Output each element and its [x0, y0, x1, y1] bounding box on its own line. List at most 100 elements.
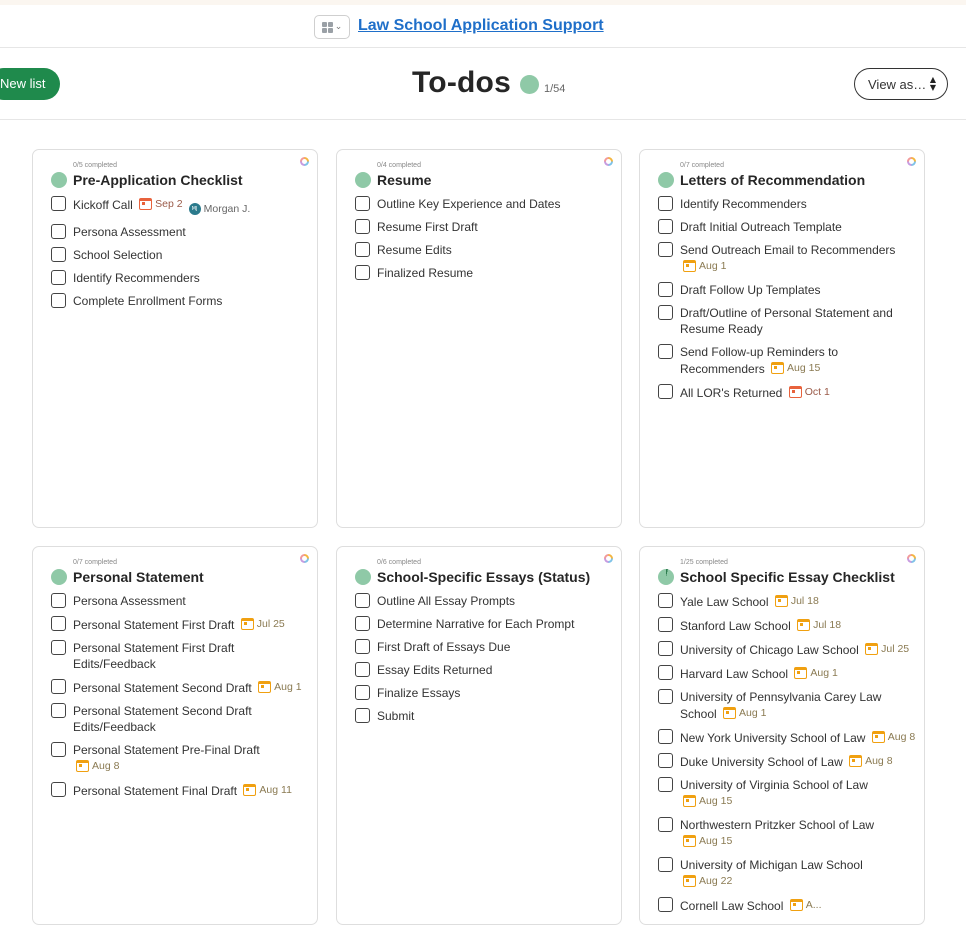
- todo-item-link[interactable]: Persona Assessment: [73, 594, 186, 608]
- project-switcher-button[interactable]: ⌄: [314, 15, 350, 39]
- todo-item-link[interactable]: Personal Statement First Draft Edits/Fee…: [73, 641, 234, 671]
- todo-checkbox[interactable]: [51, 703, 66, 718]
- list-title-link[interactable]: School-Specific Essays (Status): [377, 569, 590, 585]
- todo-checkbox[interactable]: [355, 265, 370, 280]
- due-date-badge: Aug 15: [683, 833, 732, 849]
- color-ring-icon[interactable]: [907, 554, 916, 563]
- todo-checkbox[interactable]: [658, 689, 673, 704]
- todo-item-link[interactable]: Personal Statement Final Draft: [73, 784, 237, 798]
- todo-item-link[interactable]: Draft/Outline of Personal Statement and …: [680, 306, 893, 336]
- todo-item-link[interactable]: Yale Law School: [680, 595, 769, 609]
- list-title-link[interactable]: Resume: [377, 172, 431, 188]
- todo-checkbox[interactable]: [355, 196, 370, 211]
- todo-checkbox[interactable]: [355, 662, 370, 677]
- todo-item-link[interactable]: New York University School of Law: [680, 731, 865, 745]
- new-list-button[interactable]: New list: [0, 68, 60, 100]
- todo-item-link[interactable]: Personal Statement First Draft: [73, 618, 234, 632]
- color-ring-icon[interactable]: [604, 554, 613, 563]
- list-title-link[interactable]: Pre-Application Checklist: [73, 172, 243, 188]
- todo-checkbox[interactable]: [51, 742, 66, 757]
- color-ring-icon[interactable]: [907, 157, 916, 166]
- todo-checkbox[interactable]: [51, 616, 66, 631]
- todo-checkbox[interactable]: [51, 679, 66, 694]
- todo-item-link[interactable]: Northwestern Pritzker School of Law: [680, 818, 874, 832]
- color-ring-icon[interactable]: [604, 157, 613, 166]
- todo-checkbox[interactable]: [658, 282, 673, 297]
- todo-item-link[interactable]: Draft Initial Outreach Template: [680, 220, 842, 234]
- todo-checkbox[interactable]: [658, 196, 673, 211]
- todo-item-link[interactable]: Finalize Essays: [377, 686, 460, 700]
- todo-item-link[interactable]: Kickoff Call: [73, 198, 133, 212]
- list-title-link[interactable]: Letters of Recommendation: [680, 172, 865, 188]
- todo-checkbox[interactable]: [658, 344, 673, 359]
- todo-checkbox[interactable]: [51, 224, 66, 239]
- todo-item-link[interactable]: Draft Follow Up Templates: [680, 283, 821, 297]
- todo-checkbox[interactable]: [658, 665, 673, 680]
- todo-item-link[interactable]: University of Pennsylvania Carey Law Sch…: [680, 690, 881, 721]
- todo-list-card: 0/6 completed School-Specific Essays (Sta…: [336, 546, 622, 925]
- todo-item-link[interactable]: Resume Edits: [377, 243, 452, 257]
- todo-item-link[interactable]: Determine Narrative for Each Prompt: [377, 617, 574, 631]
- todo-item-link[interactable]: Complete Enrollment Forms: [73, 294, 222, 308]
- todo-item-link[interactable]: Personal Statement Second Draft Edits/Fe…: [73, 704, 252, 734]
- todo-checkbox[interactable]: [355, 593, 370, 608]
- todo-checkbox[interactable]: [658, 857, 673, 872]
- todo-item-link[interactable]: First Draft of Essays Due: [377, 640, 510, 654]
- todo-item-link[interactable]: University of Virginia School of Law: [680, 778, 868, 792]
- todo-checkbox[interactable]: [658, 593, 673, 608]
- todo-checkbox[interactable]: [355, 616, 370, 631]
- todo-item-link[interactable]: School Selection: [73, 248, 162, 262]
- todo-checkbox[interactable]: [51, 593, 66, 608]
- todo-checkbox[interactable]: [658, 384, 673, 399]
- view-as-select[interactable]: View as… ▲ ▼: [854, 68, 948, 100]
- todo-checkbox[interactable]: [658, 777, 673, 792]
- todo-checkbox[interactable]: [658, 641, 673, 656]
- project-title-link[interactable]: Law School Application Support: [358, 17, 604, 35]
- todo-checkbox[interactable]: [355, 639, 370, 654]
- todo-checkbox[interactable]: [658, 897, 673, 912]
- todo-item-link[interactable]: Harvard Law School: [680, 667, 788, 681]
- todo-checkbox[interactable]: [355, 708, 370, 723]
- todo-checkbox[interactable]: [51, 270, 66, 285]
- todo-item-link[interactable]: Send Outreach Email to Recommenders: [680, 243, 895, 257]
- todo-item: Cornell Law School A...: [658, 897, 916, 921]
- color-ring-icon[interactable]: [300, 157, 309, 166]
- todo-item-link[interactable]: University of Chicago Law School: [680, 643, 859, 657]
- todo-checkbox[interactable]: [355, 685, 370, 700]
- todo-item-link[interactable]: Persona Assessment: [73, 225, 186, 239]
- color-ring-icon[interactable]: [300, 554, 309, 563]
- todo-item-link[interactable]: Personal Statement Pre-Final Draft: [73, 743, 260, 757]
- todo-checkbox[interactable]: [51, 247, 66, 262]
- todo-item-link[interactable]: All LOR's Returned: [680, 386, 782, 400]
- todo-item-link[interactable]: Duke University School of Law: [680, 755, 843, 769]
- todo-checkbox[interactable]: [51, 293, 66, 308]
- todo-item-link[interactable]: Outline All Essay Prompts: [377, 594, 515, 608]
- todo-checkbox[interactable]: [658, 617, 673, 632]
- todo-item-link[interactable]: Identify Recommenders: [680, 197, 807, 211]
- todo-item-link[interactable]: Submit: [377, 709, 414, 723]
- todo-checkbox[interactable]: [658, 305, 673, 320]
- todo-item-link[interactable]: Stanford Law School: [680, 619, 791, 633]
- todo-item-link[interactable]: Identify Recommenders: [73, 271, 200, 285]
- todo-checkbox[interactable]: [51, 196, 66, 211]
- list-title-link[interactable]: School Specific Essay Checklist: [680, 569, 895, 585]
- todo-item-link[interactable]: Essay Edits Returned: [377, 663, 492, 677]
- todo-item-link[interactable]: University of Michigan Law School: [680, 858, 863, 872]
- todo-checkbox[interactable]: [51, 640, 66, 655]
- todo-item: Essay Edits Returned: [355, 662, 613, 685]
- todo-checkbox[interactable]: [355, 219, 370, 234]
- todo-checkbox[interactable]: [355, 242, 370, 257]
- todo-checkbox[interactable]: [658, 242, 673, 257]
- todo-item-link[interactable]: Cornell Law School: [680, 899, 783, 913]
- todo-checkbox[interactable]: [658, 729, 673, 744]
- todo-item-link[interactable]: Resume First Draft: [377, 220, 478, 234]
- todo-checkbox[interactable]: [658, 753, 673, 768]
- todo-item-link[interactable]: Personal Statement Second Draft: [73, 681, 252, 695]
- todo-checkbox[interactable]: [51, 782, 66, 797]
- todo-item-link[interactable]: Outline Key Experience and Dates: [377, 197, 560, 211]
- todo-checkbox[interactable]: [658, 817, 673, 832]
- list-title-link[interactable]: Personal Statement: [73, 569, 204, 585]
- todo-item-link[interactable]: Finalized Resume: [377, 266, 473, 280]
- todo-checkbox[interactable]: [658, 219, 673, 234]
- todo-list-card: 0/7 completed Letters of Recommendation Id…: [639, 149, 925, 528]
